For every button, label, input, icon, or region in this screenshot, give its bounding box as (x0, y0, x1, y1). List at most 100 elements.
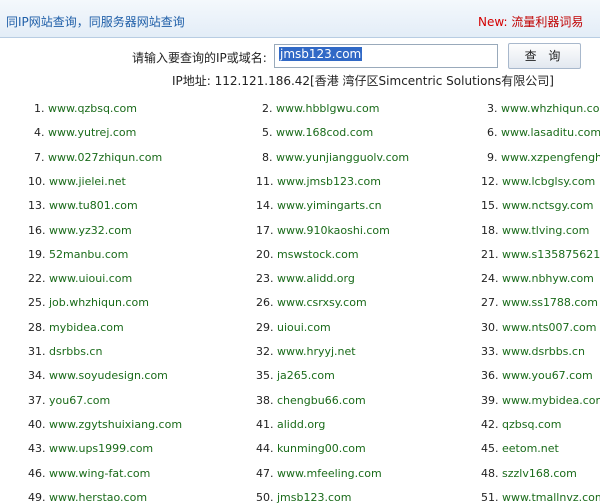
site-domain-link[interactable]: job.whzhiqun.com (49, 296, 149, 309)
site-domain-link[interactable]: www.whzhiqun.com (501, 102, 600, 115)
site-list-item[interactable]: 25. job.whzhiqun.com (28, 296, 149, 309)
site-domain-link[interactable]: jmsb123.com (277, 491, 351, 503)
site-domain-link[interactable]: dsrbbs.cn (49, 345, 102, 358)
site-domain-link[interactable]: www.lcbglsy.com (502, 175, 595, 188)
site-list-item[interactable]: 5. www.168cod.com (262, 126, 373, 139)
site-list-item[interactable]: 48. szzlv168.com (481, 467, 577, 480)
site-domain-link[interactable]: you67.com (49, 394, 110, 407)
site-domain-link[interactable]: www.nctsgy.com (502, 199, 593, 212)
site-domain-link[interactable]: www.ss1788.com (502, 296, 598, 309)
site-domain-link[interactable]: www.910kaoshi.com (277, 224, 390, 237)
query-button[interactable]: 查 询 (508, 43, 581, 69)
promo-link[interactable]: 流量利器词易 (511, 15, 583, 29)
site-list-item[interactable]: 44. kunming00.com (256, 442, 366, 455)
site-domain-link[interactable]: www.tu801.com (49, 199, 138, 212)
site-domain-link[interactable]: qzbsq.com (502, 418, 561, 431)
site-domain-link[interactable]: www.ups1999.com (49, 442, 153, 455)
site-list-item[interactable]: 42. qzbsq.com (481, 418, 561, 431)
site-list-item[interactable]: 43. www.ups1999.com (28, 442, 153, 455)
site-list-item[interactable]: 12. www.lcbglsy.com (481, 175, 595, 188)
site-list-item[interactable]: 4. www.yutrej.com (34, 126, 136, 139)
site-domain-link[interactable]: www.yunjiangguolv.com (276, 151, 409, 164)
site-list-item[interactable]: 2. www.hbblgwu.com (262, 102, 379, 115)
site-list-item[interactable]: 47. www.mfeeling.com (256, 467, 382, 480)
site-list-item[interactable]: 30. www.nts007.com (481, 321, 596, 334)
site-domain-link[interactable]: uioui.com (277, 321, 331, 334)
site-domain-link[interactable]: www.dsrbbs.cn (502, 345, 585, 358)
site-list-item[interactable]: 26. www.csrxsy.com (256, 296, 367, 309)
site-domain-link[interactable]: mswstock.com (277, 248, 359, 261)
site-list-item[interactable]: 39. www.mybidea.com (481, 394, 600, 407)
site-domain-link[interactable]: eetom.net (502, 442, 559, 455)
site-domain-link[interactable]: www.wing-fat.com (49, 467, 150, 480)
site-domain-link[interactable]: www.tmallnvz.com (502, 491, 600, 503)
site-list-item[interactable]: 41. alidd.org (256, 418, 325, 431)
site-domain-link[interactable]: www.qzbsq.com (48, 102, 137, 115)
site-domain-link[interactable]: www.nts007.com (502, 321, 596, 334)
site-domain-link[interactable]: www.alidd.org (277, 272, 355, 285)
site-list-item[interactable]: 50. jmsb123.com (256, 491, 351, 503)
site-domain-link[interactable]: www.uioui.com (49, 272, 132, 285)
site-domain-link[interactable]: alidd.org (277, 418, 325, 431)
site-list-item[interactable]: 3. www.whzhiqun.com (487, 102, 600, 115)
site-list-item[interactable]: 32. www.hryyj.net (256, 345, 356, 358)
site-list-item[interactable]: 31. dsrbbs.cn (28, 345, 102, 358)
site-domain-link[interactable]: www.yz32.com (49, 224, 132, 237)
site-list-item[interactable]: 6. www.lasaditu.com (487, 126, 600, 139)
site-list-item[interactable]: 11. www.jmsb123.com (256, 175, 381, 188)
site-domain-link[interactable]: www.xzpengfenghz (501, 151, 600, 164)
site-list-item[interactable]: 45. eetom.net (481, 442, 559, 455)
site-list-item[interactable]: 8. www.yunjiangguolv.com (262, 151, 409, 164)
site-list-item[interactable]: 24. www.nbhyw.com (481, 272, 594, 285)
site-domain-link[interactable]: www.hbblgwu.com (276, 102, 379, 115)
site-list-item[interactable]: 10. www.jielei.net (28, 175, 126, 188)
site-list-item[interactable]: 38. chengbu66.com (256, 394, 366, 407)
site-domain-link[interactable]: www.herstao.com (49, 491, 147, 503)
search-input[interactable]: jmsb123.com (274, 44, 498, 68)
site-domain-link[interactable]: 52manbu.com (49, 248, 128, 261)
site-domain-link[interactable]: www.soyudesign.com (49, 369, 168, 382)
site-domain-link[interactable]: www.jielei.net (49, 175, 126, 188)
site-list-item[interactable]: 36. www.you67.com (481, 369, 593, 382)
site-list-item[interactable]: 46. www.wing-fat.com (28, 467, 150, 480)
site-domain-link[interactable]: www.tlving.com (502, 224, 589, 237)
site-domain-link[interactable]: www.mybidea.com (502, 394, 600, 407)
site-domain-link[interactable]: www.nbhyw.com (502, 272, 594, 285)
site-domain-link[interactable]: www.027zhiqun.com (48, 151, 162, 164)
site-domain-link[interactable]: kunming00.com (277, 442, 366, 455)
site-domain-link[interactable]: www.csrxsy.com (277, 296, 367, 309)
site-domain-link[interactable]: www.168cod.com (276, 126, 373, 139)
site-list-item[interactable]: 23. www.alidd.org (256, 272, 355, 285)
site-list-item[interactable]: 18. www.tlving.com (481, 224, 589, 237)
site-domain-link[interactable]: www.lasaditu.com (501, 126, 600, 139)
site-list-item[interactable]: 27. www.ss1788.com (481, 296, 598, 309)
site-list-item[interactable]: 21. www.s13587562​11 (481, 248, 600, 261)
site-title-link[interactable]: 同IP网站查询，同服务器网站查询 (6, 13, 185, 30)
site-list-item[interactable]: 17. www.910kaoshi.com (256, 224, 390, 237)
site-list-item[interactable]: 14. www.yimingarts.cn (256, 199, 382, 212)
site-list-item[interactable]: 28. mybidea.com (28, 321, 124, 334)
site-list-item[interactable]: 49. www.herstao.com (28, 491, 147, 503)
site-domain-link[interactable]: mybidea.com (49, 321, 124, 334)
site-domain-link[interactable]: www.mfeeling.com (277, 467, 382, 480)
site-list-item[interactable]: 13. www.tu801.com (28, 199, 138, 212)
site-list-item[interactable]: 33. www.dsrbbs.cn (481, 345, 585, 358)
promo-banner[interactable]: New: 流量利器词易 (478, 13, 583, 30)
site-list-item[interactable]: 51. www.tmallnvz.com (481, 491, 600, 503)
site-list-item[interactable]: 7. www.027zhiqun.com (34, 151, 162, 164)
site-domain-link[interactable]: www.yutrej.com (48, 126, 136, 139)
site-domain-link[interactable]: www.hryyj.net (277, 345, 356, 358)
site-list-item[interactable]: 22. www.uioui.com (28, 272, 132, 285)
site-domain-link[interactable]: www.jmsb123.com (277, 175, 381, 188)
site-list-item[interactable]: 40. www.zgytshuixiang.com (28, 418, 182, 431)
site-list-item[interactable]: 35. ja265.com (256, 369, 335, 382)
site-list-item[interactable]: 37. you67.com (28, 394, 110, 407)
site-domain-link[interactable]: www.zgytshuixiang.com (49, 418, 182, 431)
site-list-item[interactable]: 20. mswstock.com (256, 248, 359, 261)
site-domain-link[interactable]: www.yimingarts.cn (277, 199, 382, 212)
site-domain-link[interactable]: ja265.com (277, 369, 335, 382)
site-list-item[interactable]: 19. 52manbu.com (28, 248, 128, 261)
site-domain-link[interactable]: www.s13587562​11 (502, 248, 600, 261)
site-list-item[interactable]: 1. www.qzbsq.com (34, 102, 137, 115)
site-list-item[interactable]: 16. www.yz32.com (28, 224, 132, 237)
